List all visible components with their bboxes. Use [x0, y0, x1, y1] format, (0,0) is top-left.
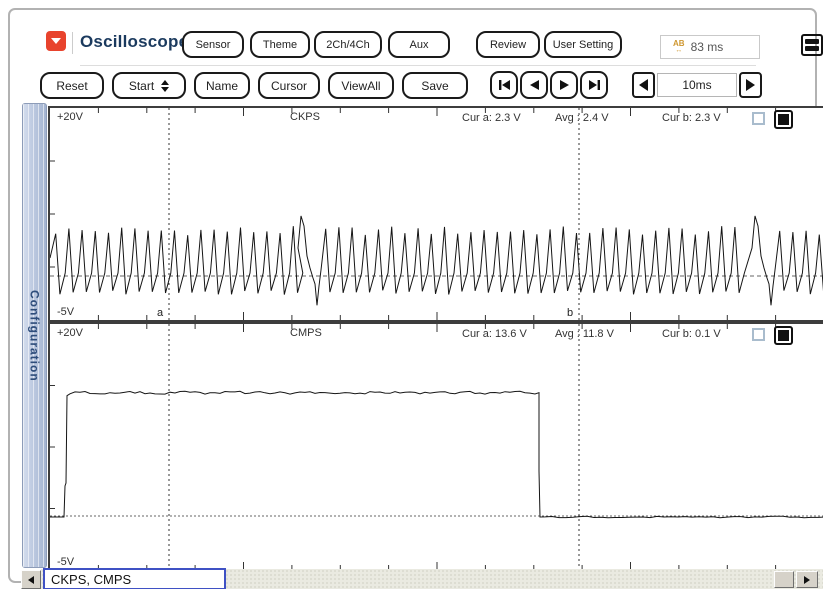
user-setting-button[interactable]: User Setting: [544, 31, 622, 58]
stepper-up-icon: [161, 80, 169, 85]
viewall-button[interactable]: ViewAll: [328, 72, 394, 99]
ckps-name-label: CKPS: [290, 111, 320, 123]
timebase-increase-icon: [745, 78, 756, 92]
start-button[interactable]: Start: [112, 72, 186, 99]
ckps-cursor-b-value: Cur b: 2.3 V: [662, 112, 721, 124]
cmps-channel-button-fill: [778, 330, 789, 341]
cursor-time-display: AB↔ 83 ms: [660, 35, 760, 59]
configuration-tab[interactable]: Configuration: [22, 103, 47, 568]
menu-bar-bottom: [805, 46, 819, 51]
save-button-label: Save: [421, 79, 448, 93]
ckps-vmin-label: -5V: [57, 306, 74, 318]
sensor-button-label: Sensor: [196, 39, 231, 51]
cmps-avg-value: Avg : 11.8 V: [555, 328, 614, 340]
status-channels-label: CKPS, CMPS: [43, 568, 226, 589]
ckps-checkbox[interactable]: [752, 112, 765, 125]
ckps-channel-button[interactable]: [774, 110, 793, 129]
scroll-left-icon: [28, 576, 34, 584]
cursor-button[interactable]: Cursor: [258, 72, 320, 99]
step-forward-button[interactable]: [550, 71, 578, 99]
cursor-ab-time-icon: AB↔: [673, 40, 685, 54]
reset-button-label: Reset: [56, 79, 87, 93]
user-setting-button-label: User Setting: [553, 39, 614, 51]
cmps-cursor-a-value: Cur a: 13.6 V: [462, 328, 527, 340]
configuration-tab-label: Configuration: [28, 290, 42, 382]
timebase-value: 10ms: [657, 73, 737, 97]
cmps-channel-button[interactable]: [774, 326, 793, 345]
skip-end-button[interactable]: [580, 71, 608, 99]
title-divider: [72, 32, 73, 54]
sensor-button[interactable]: Sensor: [182, 31, 244, 58]
ckps-cursor-a-value: Cur a: 2.3 V: [462, 112, 521, 124]
review-button[interactable]: Review: [476, 31, 540, 58]
review-button-label: Review: [490, 39, 526, 51]
cmps-cursor-b-value: Cur b: 0.1 V: [662, 328, 721, 340]
step-forward-icon: [559, 79, 570, 91]
cmps-checkbox[interactable]: [752, 328, 765, 341]
cmps-waveform-plot[interactable]: [50, 324, 823, 570]
skip-start-icon: [498, 79, 511, 91]
oscilloscope-app: Oscilloscope Sensor Theme 2Ch/4Ch Aux Re…: [0, 0, 823, 589]
start-button-label: Start: [129, 79, 154, 93]
app-menu-icon[interactable]: [46, 31, 66, 51]
name-button-label: Name: [206, 79, 238, 93]
cmps-vmax-label: +20V: [57, 327, 83, 339]
skip-end-icon: [588, 79, 601, 91]
cursor-time-value: 83 ms: [691, 40, 724, 54]
name-button[interactable]: Name: [194, 72, 250, 99]
save-button[interactable]: Save: [402, 72, 468, 99]
channel-ckps-panel: +20V CKPS Cur a: 2.3 V Avg : 2.4 V Cur b…: [48, 106, 823, 322]
cursor-button-label: Cursor: [271, 79, 307, 93]
ckps-waveform-plot[interactable]: [50, 108, 823, 320]
channel-cmps-panel: +20V CMPS Cur a: 13.6 V Avg : 11.8 V Cur…: [48, 322, 823, 572]
timebase-decrease-button[interactable]: [632, 72, 655, 98]
cmps-vmin-label: -5V: [57, 556, 74, 568]
cursor-a-label[interactable]: a: [157, 307, 163, 319]
stepper-down-icon: [161, 87, 169, 92]
scroll-left-button[interactable]: [21, 570, 41, 589]
skip-start-button[interactable]: [490, 71, 518, 99]
viewall-button-label: ViewAll: [341, 79, 380, 93]
list-menu-icon[interactable]: [801, 34, 823, 56]
scrollbar-thumb[interactable]: [774, 571, 794, 588]
aux-button-label: Aux: [410, 39, 429, 51]
scroll-right-button[interactable]: [796, 571, 818, 588]
ckps-vmax-label: +20V: [57, 111, 83, 123]
ckps-avg-value: Avg : 2.4 V: [555, 112, 609, 124]
theme-button-label: Theme: [263, 39, 297, 51]
step-back-icon: [529, 79, 540, 91]
channel-mode-button[interactable]: 2Ch/4Ch: [314, 31, 382, 58]
theme-button[interactable]: Theme: [250, 31, 310, 58]
toolbar-divider: [80, 65, 756, 66]
reset-button[interactable]: Reset: [40, 72, 104, 99]
menu-bar-top: [805, 39, 819, 44]
channel-mode-button-label: 2Ch/4Ch: [326, 39, 369, 51]
ckps-channel-button-fill: [778, 114, 789, 125]
timebase-decrease-icon: [638, 78, 649, 92]
scroll-right-icon: [804, 576, 810, 584]
cmps-name-label: CMPS: [290, 327, 322, 339]
start-stepper-icon[interactable]: [161, 80, 169, 92]
status-channels-text: CKPS, CMPS: [51, 572, 131, 587]
page-title: Oscilloscope: [80, 32, 188, 52]
dropdown-caret-icon: [51, 38, 61, 44]
cursor-b-label[interactable]: b: [567, 307, 573, 319]
timebase-increase-button[interactable]: [739, 72, 762, 98]
aux-button[interactable]: Aux: [388, 31, 450, 58]
app-window: Oscilloscope Sensor Theme 2Ch/4Ch Aux Re…: [8, 8, 817, 583]
step-back-button[interactable]: [520, 71, 548, 99]
